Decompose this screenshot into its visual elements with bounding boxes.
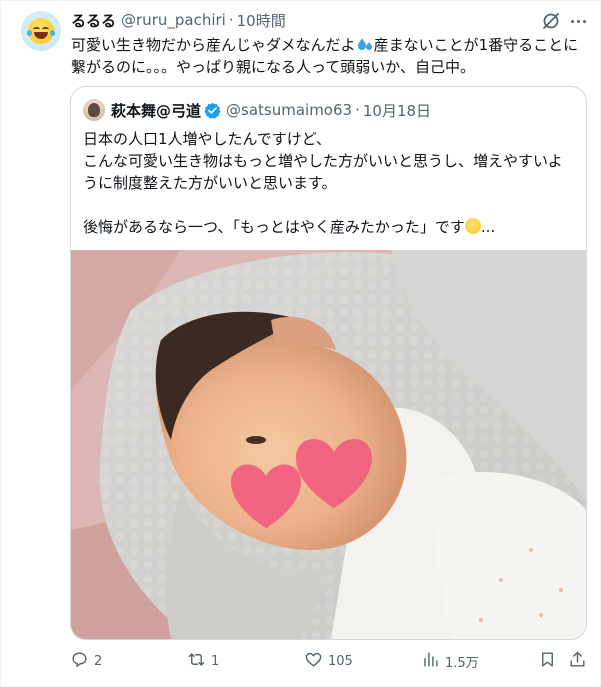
- share-button[interactable]: [568, 649, 587, 673]
- more-icon[interactable]: [567, 11, 589, 31]
- verified-badge-icon: [204, 102, 221, 119]
- repost-count: 1: [211, 653, 220, 669]
- quoted-text-blank: [83, 194, 577, 216]
- quoted-date[interactable]: 10月18日: [363, 100, 431, 121]
- quoted-author-name[interactable]: 萩本舞@弓道: [111, 100, 201, 121]
- views-count: 1.5万: [445, 655, 479, 671]
- baby-photo-illustration: [71, 250, 586, 639]
- bookmark-button[interactable]: [538, 649, 557, 673]
- share-icon: [568, 650, 587, 673]
- like-count: 105: [328, 653, 353, 669]
- quoted-text-line-1: 日本の人口1人増やしたんですけど、: [83, 130, 332, 148]
- quoted-author-handle[interactable]: @satsumaimo63: [226, 101, 352, 119]
- views-icon: [421, 650, 440, 673]
- quoted-tweet[interactable]: 萩本舞@弓道 @satsumaimo63 · 10月18日 日本の人口1人増やし…: [70, 86, 587, 640]
- header-separator: ·: [228, 11, 234, 29]
- quoted-text-line-3: うに制度整えた方がいいと思います。: [83, 174, 337, 192]
- repost-button[interactable]: 1: [187, 649, 219, 673]
- tweet-text-line-2: 繋がるのに。。。やっぱり親になる人って頭弱いか、自己中。: [71, 58, 475, 76]
- reply-button[interactable]: 2: [70, 649, 102, 673]
- tweet-text-line-1: 可愛い生き物だから産んじゃダメなんだよ 産まないことが1番守ることに: [71, 36, 579, 54]
- quoted-text-line-5: 後悔があるなら一つ、「もっとはやく産みたかった」です...: [83, 218, 496, 236]
- quoted-author-avatar[interactable]: [83, 99, 105, 121]
- baby-photo[interactable]: [71, 250, 586, 639]
- tweet-time[interactable]: 10時間: [237, 10, 286, 31]
- author-name[interactable]: るるる: [71, 10, 116, 31]
- tweet-card[interactable]: るるる @ruru_pachiri · 10時間 可愛い生き物だから産んじゃダメ…: [0, 0, 601, 687]
- like-icon: [304, 650, 323, 673]
- quoted-text: 日本の人口1人増やしたんですけど、 こんな可愛い生き物はもっと増やした方がいいと…: [83, 128, 577, 238]
- grok-icon[interactable]: [541, 11, 561, 31]
- pleading-face-emoji-icon: [464, 218, 481, 234]
- tweet-header: るるる @ruru_pachiri · 10時間: [71, 10, 286, 30]
- truncation-ellipsis: ...: [480, 218, 496, 236]
- like-button[interactable]: 105: [304, 649, 353, 673]
- sweat-droplets-emoji-icon: [357, 36, 373, 52]
- quoted-separator: ·: [355, 101, 360, 119]
- views-button[interactable]: 1.5万: [421, 649, 479, 673]
- author-avatar[interactable]: [21, 11, 61, 51]
- reply-count: 2: [94, 653, 103, 669]
- reply-icon: [70, 650, 89, 673]
- action-bar: 2 1 105 1.5万: [1, 649, 601, 673]
- quoted-text-line-2: こんな可愛い生き物はもっと増やした方がいいと思うし、増えやすいよ: [83, 152, 563, 170]
- quoted-header: 萩本舞@弓道 @satsumaimo63 · 10月18日: [111, 100, 431, 120]
- author-handle[interactable]: @ruru_pachiri: [121, 11, 226, 29]
- repost-icon: [187, 650, 206, 673]
- bookmark-icon: [538, 650, 557, 673]
- tweet-text: 可愛い生き物だから産んじゃダメなんだよ 産まないことが1番守ることに 繋がるのに。…: [71, 34, 593, 78]
